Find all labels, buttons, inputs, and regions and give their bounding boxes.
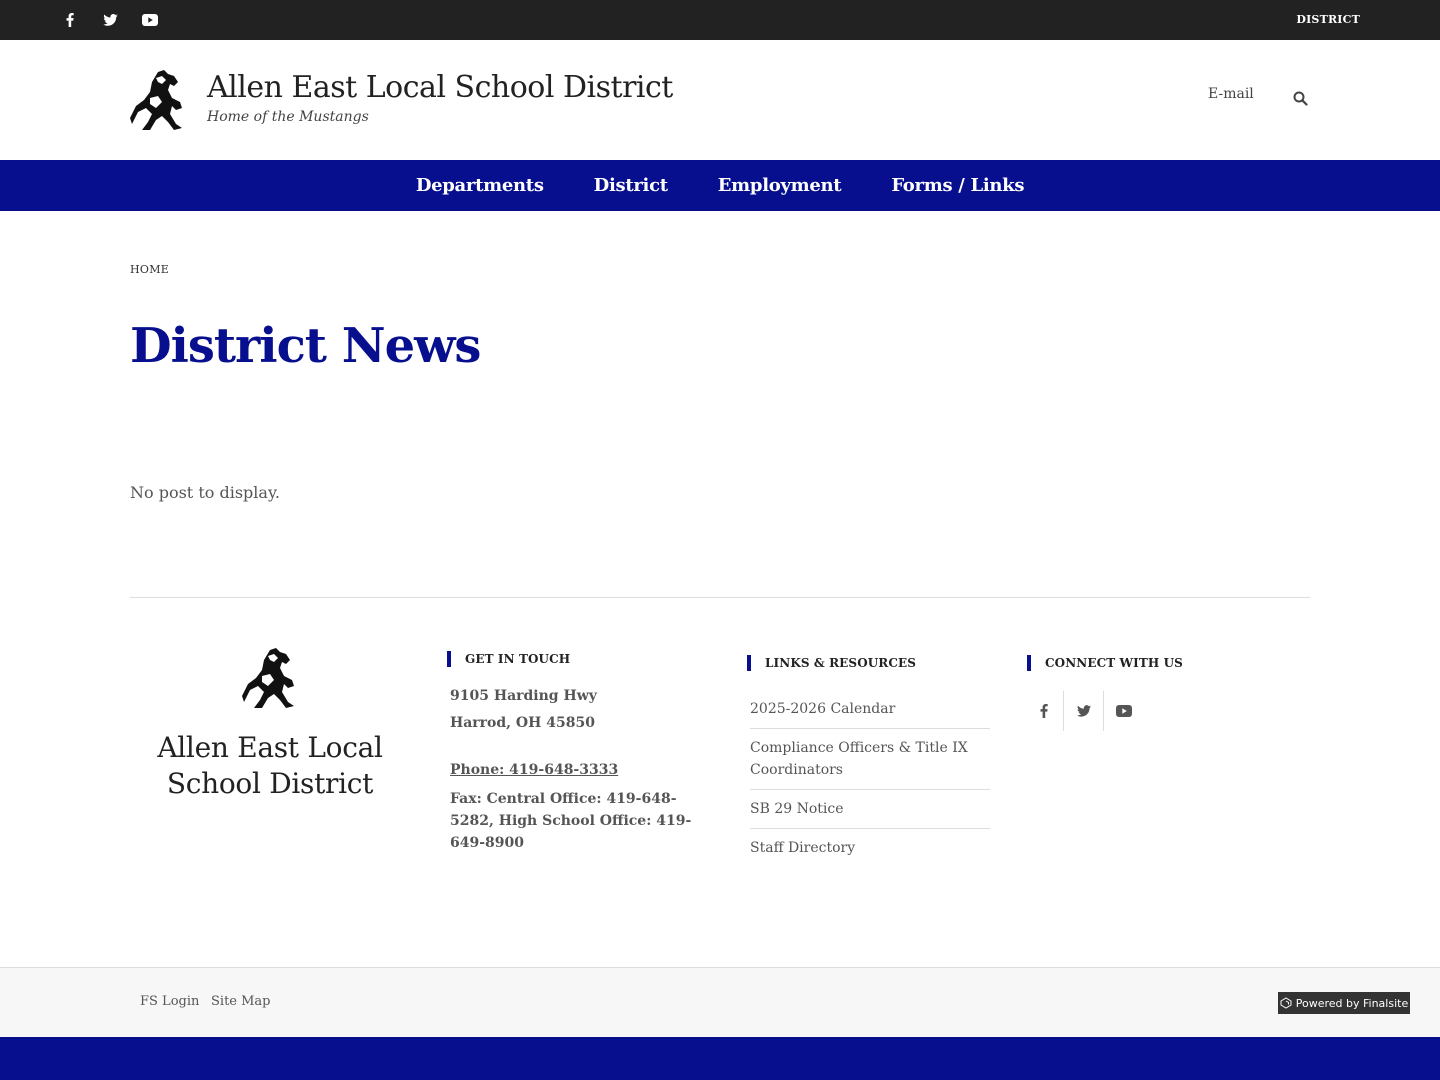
phone-link[interactable]: Phone: 419-648-3333 (450, 762, 618, 778)
site-map-link[interactable]: Site Map (211, 994, 271, 1009)
nav-item-departments[interactable]: Departments (416, 175, 544, 196)
mustang-logo-icon[interactable] (128, 68, 184, 132)
address-line-1: 9105 Harding Hwy (450, 688, 597, 704)
footer-site-name: Allen East Local School District (157, 731, 383, 800)
top-bar: DISTRICT (0, 0, 1440, 40)
main-nav: Departments District Employment Forms / … (0, 160, 1440, 211)
nav-item-forms-links[interactable]: Forms / Links (891, 175, 1024, 196)
finalsite-logo-icon (1280, 997, 1292, 1009)
powered-by-label: Powered by Finalsite (1295, 996, 1409, 1010)
footer-youtube-icon[interactable] (1104, 691, 1144, 731)
site-header: Allen East Local School District Home of… (0, 40, 1440, 160)
nav-item-employment[interactable]: Employment (718, 175, 842, 196)
link-staff-directory[interactable]: Staff Directory (750, 829, 990, 867)
bottom-bar: FS Login Site Map Powered by Finalsite (0, 967, 1440, 1037)
email-link[interactable]: E-mail (1208, 86, 1254, 102)
footer-twitter-icon[interactable] (1064, 691, 1104, 731)
links-heading: LINKS & RESOURCES (747, 655, 916, 671)
link-compliance-officers[interactable]: Compliance Officers & Title IX Coordinat… (750, 729, 990, 790)
footer-divider (130, 597, 1310, 598)
powered-by-badge[interactable]: Powered by Finalsite (1278, 992, 1410, 1014)
youtube-icon[interactable] (140, 10, 160, 30)
get-in-touch-heading: GET IN TOUCH (447, 651, 570, 667)
connect-heading: CONNECT WITH US (1027, 655, 1183, 671)
top-social-links (60, 0, 160, 40)
nav-item-district[interactable]: District (594, 175, 668, 196)
footer-mustang-logo-icon[interactable] (240, 646, 296, 710)
footer-facebook-icon[interactable] (1024, 691, 1064, 731)
breadcrumb-home[interactable]: HOME (130, 263, 169, 276)
twitter-icon[interactable] (100, 10, 120, 30)
site-title[interactable]: Allen East Local School District (207, 70, 673, 105)
facebook-icon[interactable] (60, 10, 80, 30)
footer-band (0, 1037, 1440, 1080)
fs-login-link[interactable]: FS Login (140, 994, 199, 1009)
search-icon[interactable] (1290, 88, 1310, 108)
empty-message: No post to display. (130, 483, 280, 502)
link-sb29-notice[interactable]: SB 29 Notice (750, 790, 990, 829)
link-calendar[interactable]: 2025-2026 Calendar (750, 690, 990, 729)
links-list: 2025-2026 Calendar Compliance Officers &… (750, 690, 990, 867)
page-title: District News (130, 318, 481, 374)
district-link[interactable]: DISTRICT (1296, 13, 1360, 26)
site-tagline: Home of the Mustangs (207, 109, 369, 125)
address-line-2: Harrod, OH 45850 (450, 715, 595, 731)
fax-info: Fax: Central Office: 419-648-5282, High … (450, 791, 692, 851)
connect-social-links (1024, 691, 1144, 731)
